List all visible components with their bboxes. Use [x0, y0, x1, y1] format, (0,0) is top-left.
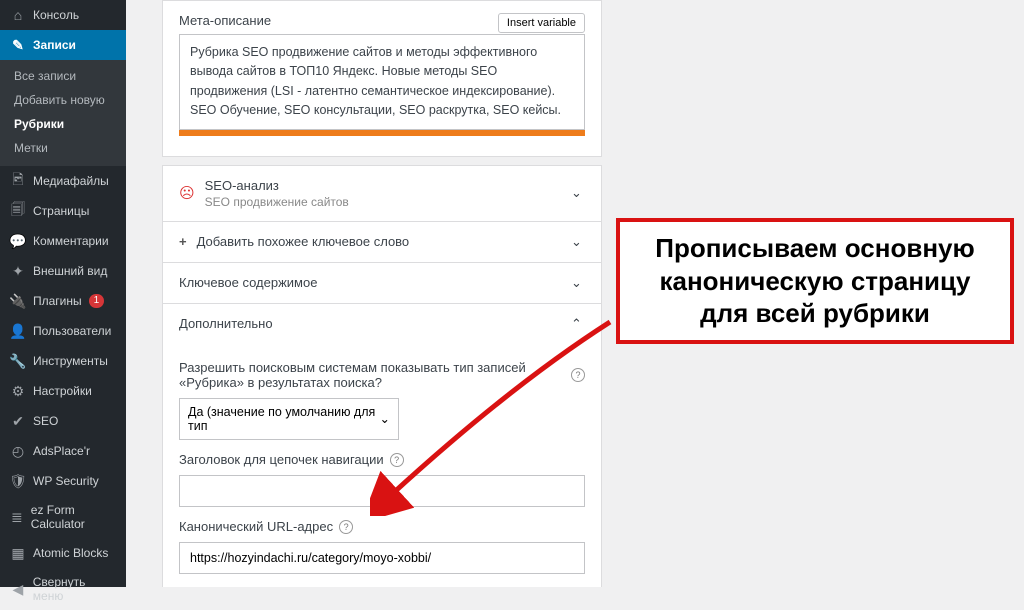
sidebar-item-label: Консоль: [33, 8, 79, 22]
breadcrumb-title-input[interactable]: [179, 475, 585, 507]
meta-description-textarea[interactable]: Рубрика SEO продвижение сайтов и методы …: [179, 34, 585, 130]
tools-icon: 🔧: [10, 353, 26, 369]
sidebar-item-comments[interactable]: 💬 Комментарии: [0, 226, 126, 256]
allow-indexing-label: Разрешить поисковым системам показывать …: [179, 360, 565, 390]
help-icon[interactable]: [390, 452, 404, 467]
plugin-icon: 🔌: [10, 293, 26, 309]
chevron-down-icon: ⌄: [380, 411, 390, 426]
sidebar-item-label: Atomic Blocks: [33, 546, 108, 560]
sidebar-item-label: Записи: [33, 38, 76, 52]
allow-indexing-select[interactable]: Да (значение по умолчанию для тип ⌄: [179, 398, 399, 440]
advanced-accordion: Дополнительно ⌃ Разрешить поисковым сист…: [162, 303, 602, 588]
canonical-url-label: Канонический URL-адрес: [179, 519, 333, 534]
canonical-url-input[interactable]: [179, 542, 585, 574]
sidebar-item-label: Страницы: [33, 204, 89, 218]
shield-icon: 🛡: [10, 473, 26, 489]
sidebar-item-pages[interactable]: 🗐 Страницы: [0, 196, 126, 226]
admin-sidebar: ⌂ Консоль ✎ Записи Все записи Добавить н…: [0, 0, 126, 587]
seo-analysis-accordion: ☹ SEO-анализ SEO продвижение сайтов ⌄: [162, 165, 602, 222]
key-content-toggle[interactable]: Ключевое содержимое ⌄: [163, 263, 601, 303]
sidebar-item-media[interactable]: 🖻 Медиафайлы: [0, 166, 126, 196]
sidebar-item-label: Настройки: [33, 384, 92, 398]
advanced-toggle[interactable]: Дополнительно ⌃: [163, 304, 601, 344]
help-icon[interactable]: [571, 367, 585, 382]
sad-face-icon: ☹: [179, 184, 195, 202]
meta-progress-bar: [179, 130, 585, 136]
settings-icon: ⚙: [10, 383, 26, 399]
add-keyword-toggle[interactable]: + Добавить похожее ключевое слово ⌄: [163, 222, 601, 262]
blocks-icon: ▦: [10, 545, 26, 561]
chevron-down-icon: ⌄: [571, 275, 585, 291]
sidebar-item-users[interactable]: 👤 Пользователи: [0, 316, 126, 346]
update-badge: 1: [89, 294, 105, 308]
sidebar-item-console[interactable]: ⌂ Консоль: [0, 0, 126, 30]
sidebar-item-seo[interactable]: ✔ SEO: [0, 406, 126, 436]
select-value: Да (значение по умолчанию для тип: [188, 405, 380, 433]
seo-analysis-subtitle: SEO продвижение сайтов: [205, 195, 349, 209]
sidebar-submenu: Все записи Добавить новую Рубрики Метки: [0, 60, 126, 166]
sidebar-item-label: Инструменты: [33, 354, 108, 368]
sidebar-item-label: Медиафайлы: [33, 174, 109, 188]
sidebar-collapse[interactable]: ◀ Свернуть меню: [0, 568, 126, 610]
insert-variable-button[interactable]: Insert variable: [498, 13, 585, 33]
calculator-icon: ≣: [10, 509, 24, 525]
sidebar-item-adsplacer[interactable]: ◴ AdsPlace'r: [0, 436, 126, 466]
ads-icon: ◴: [10, 443, 26, 459]
key-content-title: Ключевое содержимое: [179, 275, 317, 290]
dashboard-icon: ⌂: [10, 7, 26, 23]
seo-analysis-title: SEO-анализ: [205, 178, 349, 193]
breadcrumb-title-label: Заголовок для цепочек навигации: [179, 452, 384, 467]
sidebar-item-label: AdsPlace'r: [33, 444, 90, 458]
chevron-down-icon: ⌄: [571, 234, 585, 250]
seo-analysis-toggle[interactable]: ☹ SEO-анализ SEO продвижение сайтов ⌄: [163, 166, 601, 221]
users-icon: 👤: [10, 323, 26, 339]
sidebar-sub-add[interactable]: Добавить новую: [0, 88, 126, 112]
pages-icon: 🗐: [10, 203, 26, 219]
help-icon[interactable]: [339, 519, 353, 534]
sidebar-item-label: Комментарии: [33, 234, 109, 248]
sidebar-item-label: WP Security: [33, 474, 99, 488]
sidebar-item-label: Пользователи: [33, 324, 111, 338]
sidebar-item-plugins[interactable]: 🔌 Плагины 1: [0, 286, 126, 316]
sidebar-sub-categories[interactable]: Рубрики: [0, 112, 126, 136]
sidebar-item-label: SEO: [33, 414, 58, 428]
add-keyword-title: Добавить похожее ключевое слово: [197, 234, 410, 249]
sidebar-item-posts[interactable]: ✎ Записи: [0, 30, 126, 60]
key-content-accordion: Ключевое содержимое ⌄: [162, 262, 602, 304]
sidebar-item-settings[interactable]: ⚙ Настройки: [0, 376, 126, 406]
chevron-up-icon: ⌃: [571, 316, 585, 332]
sidebar-item-tools[interactable]: 🔧 Инструменты: [0, 346, 126, 376]
seo-icon: ✔: [10, 413, 26, 429]
sidebar-sub-tags[interactable]: Метки: [0, 136, 126, 160]
add-keyword-accordion: + Добавить похожее ключевое слово ⌄: [162, 221, 602, 263]
sidebar-item-label: ez Form Calculator: [31, 503, 118, 531]
meta-description-panel: Insert variable Мета-описание Рубрика SE…: [162, 0, 602, 157]
media-icon: 🖻: [10, 173, 26, 189]
sidebar-item-wpsecurity[interactable]: 🛡 WP Security: [0, 466, 126, 496]
sidebar-item-appearance[interactable]: ✦ Внешний вид: [0, 256, 126, 286]
sidebar-item-atomicblocks[interactable]: ▦ Atomic Blocks: [0, 538, 126, 568]
plus-icon: +: [179, 234, 187, 249]
advanced-title: Дополнительно: [179, 316, 273, 331]
brush-icon: ✦: [10, 263, 26, 279]
sidebar-item-label: Плагины: [33, 294, 82, 308]
chevron-down-icon: ⌄: [571, 185, 585, 201]
sidebar-item-label: Свернуть меню: [33, 575, 118, 603]
pin-icon: ✎: [10, 37, 26, 53]
annotation-callout: Прописываем основную каноническую страни…: [616, 218, 1014, 344]
advanced-body: Разрешить поисковым системам показывать …: [163, 344, 601, 588]
comments-icon: 💬: [10, 233, 26, 249]
sidebar-sub-all[interactable]: Все записи: [0, 64, 126, 88]
sidebar-item-label: Внешний вид: [33, 264, 107, 278]
sidebar-item-ezform[interactable]: ≣ ez Form Calculator: [0, 496, 126, 538]
annotation-text: Прописываем основную каноническую страни…: [632, 232, 998, 330]
collapse-icon: ◀: [10, 581, 26, 597]
